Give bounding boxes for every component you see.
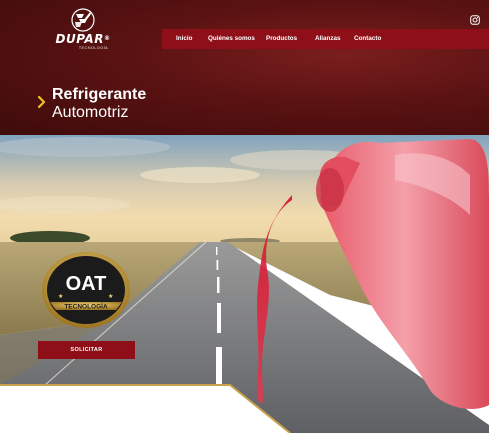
nav-item-alianzas[interactable]: Alianzas xyxy=(315,35,341,42)
page-title: Refrigerante xyxy=(52,86,147,103)
instagram-icon[interactable] xyxy=(470,15,480,25)
chevron-right-icon xyxy=(38,96,46,108)
logo-text: DUPAR® xyxy=(55,32,111,46)
badge-title: OAT xyxy=(66,273,107,295)
nav-item-contacto[interactable]: Contacto xyxy=(354,35,381,42)
page-subtitle: Automotriz xyxy=(52,104,129,121)
nav-item-productos[interactable]: Productos xyxy=(266,35,297,42)
star-icon: ★ xyxy=(108,293,113,300)
oat-technology-badge: OAT TECNOLOGÍA ★ ★ xyxy=(42,252,130,328)
solicitar-button[interactable]: SOLICITAR xyxy=(38,341,135,359)
nav-item-quienes-somos[interactable]: Quiénes somos xyxy=(208,35,255,42)
page: DUPAR® TECNOLOGÍA Inicio Quiénes somos P… xyxy=(0,0,489,433)
badge-subtitle: TECNOLOGÍA xyxy=(64,302,108,311)
star-icon: ★ xyxy=(58,293,63,300)
nav-item-inicio[interactable]: Inicio xyxy=(176,35,192,42)
dupar-emblem-icon xyxy=(71,8,95,32)
dupar-logo[interactable]: DUPAR® TECNOLOGÍA xyxy=(52,8,114,58)
header: DUPAR® TECNOLOGÍA Inicio Quiénes somos P… xyxy=(0,0,489,135)
main-nav: Inicio Quiénes somos Productos Alianzas … xyxy=(162,29,489,49)
logo-tagline: TECNOLOGÍA xyxy=(78,45,108,50)
